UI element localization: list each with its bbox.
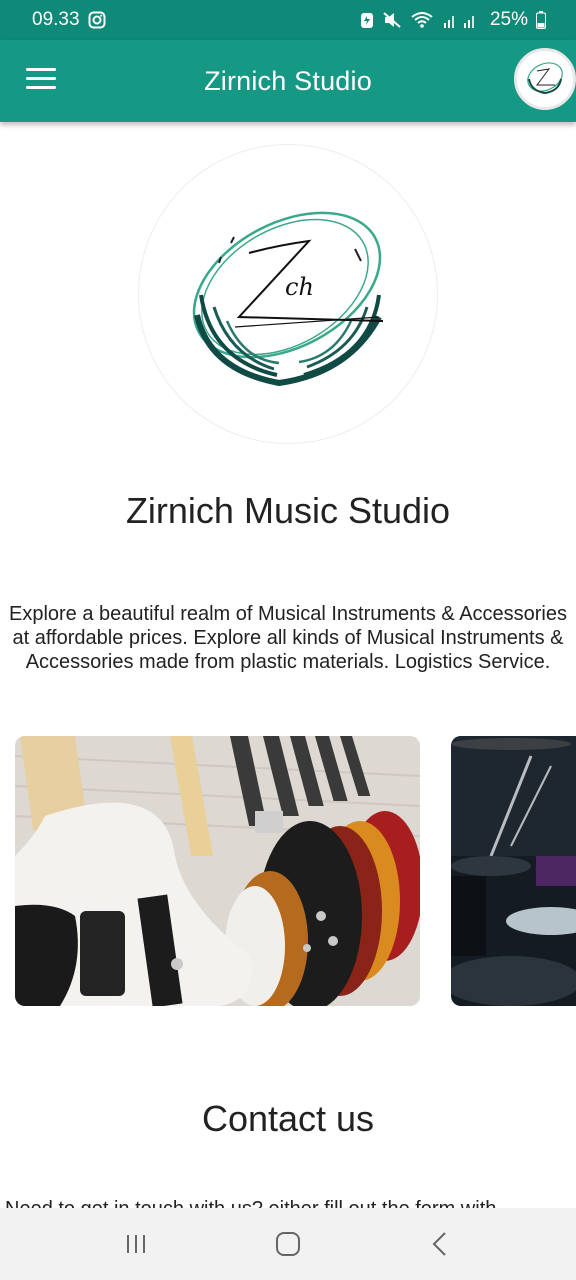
back-button[interactable] xyxy=(420,1224,460,1264)
app-bar: Zirnich Studio xyxy=(0,40,576,122)
menu-icon xyxy=(26,68,56,71)
mute-icon xyxy=(383,12,401,28)
battery-percent: 25% xyxy=(489,9,528,30)
system-nav-bar xyxy=(0,1208,576,1280)
contact-text: Need to get in touch with us? either fil… xyxy=(5,1198,496,1208)
battery-saver-icon xyxy=(360,13,373,28)
recent-apps-icon xyxy=(127,1235,145,1253)
zch-logo-icon: ch xyxy=(192,211,384,387)
studio-logo: ch xyxy=(138,144,438,444)
drums-image[interactable] xyxy=(451,736,576,1006)
studio-name: Zirnich Music Studio xyxy=(125,490,451,531)
logo-icon xyxy=(527,62,563,95)
home-icon xyxy=(276,1232,300,1256)
guitars-image[interactable] xyxy=(15,736,420,1006)
signal-icon xyxy=(443,16,474,28)
app-title: Zirnich Studio xyxy=(204,65,372,96)
instagram-icon xyxy=(88,11,106,29)
main-content: ch Zirnich Music Studio Explore a beauti… xyxy=(0,122,576,1208)
logo-subtext: ch xyxy=(285,273,314,301)
recent-apps-button[interactable] xyxy=(116,1224,156,1264)
menu-button[interactable] xyxy=(26,68,56,92)
battery-icon xyxy=(536,11,546,29)
studio-description: Explore a beautiful realm of Musical Ins… xyxy=(8,603,568,673)
back-icon xyxy=(432,1232,446,1256)
contact-title: Contact us xyxy=(201,1098,375,1139)
home-button[interactable] xyxy=(268,1224,308,1264)
status-time: 09.33 xyxy=(32,9,80,30)
wifi-icon xyxy=(411,12,433,28)
avatar[interactable] xyxy=(514,48,576,110)
image-carousel[interactable] xyxy=(0,736,576,1008)
status-bar: 09.33 25% xyxy=(0,0,576,40)
